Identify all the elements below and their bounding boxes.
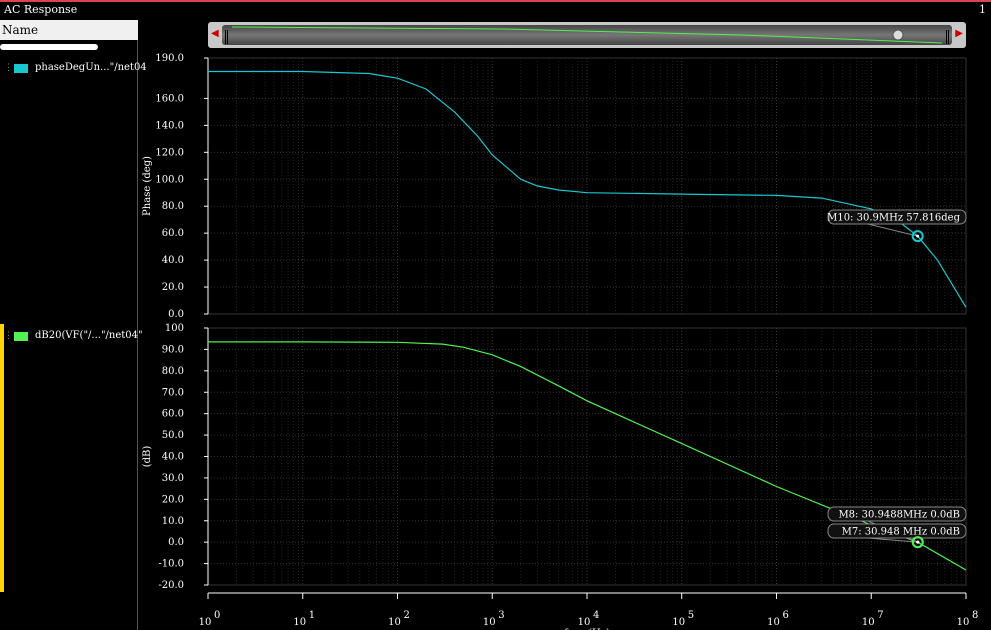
magnitude-plot: 10090.080.070.060.050.040.030.020.010.00… [142, 323, 978, 630]
x-tick-exponent: 1 [309, 610, 315, 621]
x-tick-exponent: 4 [593, 610, 599, 621]
x-tick-label: 10 [862, 617, 875, 628]
y-tick-label: 120.0 [155, 147, 184, 158]
y-tick-label: 20.0 [162, 282, 184, 293]
x-tick-label: 10 [199, 617, 212, 628]
x-tick-label: 10 [578, 617, 591, 628]
y-tick-label: 190.0 [155, 53, 184, 64]
y-tick-label: 140.0 [155, 120, 184, 131]
y-tick-label: -10.0 [158, 559, 184, 570]
phase-plot: 190.0 160.0 140.0 120.0 100.0 80.0 60.0 40.0 20.… [142, 53, 967, 320]
x-tick-label: 10 [388, 617, 401, 628]
y-axis-title: Phase (deg) [142, 156, 153, 216]
y-tick-label: 0.0 [168, 537, 184, 548]
x-tick-exponent: 6 [783, 610, 789, 621]
x-tick-label: 10 [767, 617, 780, 628]
y-tick-label: 80.0 [162, 366, 184, 377]
plot-frame [207, 57, 967, 315]
y-tick-label: 10.0 [162, 516, 184, 527]
x-tick-exponent: 2 [404, 610, 410, 621]
x-tick-exponent: 0 [214, 610, 220, 621]
x-tick-exponent: 5 [688, 610, 694, 621]
y-tick-label: 100 [165, 323, 184, 334]
marker-center [916, 234, 920, 238]
y-tick-label: 0.0 [168, 309, 184, 320]
y-tick-label: 100.0 [155, 174, 184, 185]
y-tick-label: 160.0 [155, 93, 184, 104]
x-tick-label: 10 [672, 617, 685, 628]
x-tick-label: 10 [293, 617, 306, 628]
x-tick-label: 10 [483, 617, 496, 628]
marker-label: M10: 30.9MHz 57.816deg [827, 213, 960, 224]
marker-label: M8: 30.9488MHz 0.0dB [838, 510, 960, 521]
y-tick-label: 40.0 [162, 255, 184, 266]
y-tick-label: 60.0 [162, 228, 184, 239]
y-tick-label: -20.0 [158, 580, 184, 591]
y-tick-label: 70.0 [162, 387, 184, 398]
x-tick-exponent: 7 [877, 610, 883, 621]
marker-label: M7: 30.948 MHz 0.0dB [842, 527, 960, 538]
y-tick-label: 80.0 [162, 201, 184, 212]
x-tick-label: 10 [957, 617, 970, 628]
plot-area: 190.0160.0140.0120.0100.080.060.040.020.… [142, 53, 978, 630]
y-tick-label: 90.0 [162, 344, 184, 355]
y-tick-label: 30.0 [162, 473, 184, 484]
y-tick-label: 60.0 [162, 409, 184, 420]
y-tick-label: 20.0 [162, 494, 184, 505]
x-tick-exponent: 3 [498, 610, 504, 621]
y-tick-label: 40.0 [162, 452, 184, 463]
marker-center [916, 540, 920, 544]
y-tick-label: 50.0 [162, 430, 184, 441]
y-axis-title: (dB) [142, 446, 153, 468]
x-tick-exponent: 8 [972, 610, 978, 621]
